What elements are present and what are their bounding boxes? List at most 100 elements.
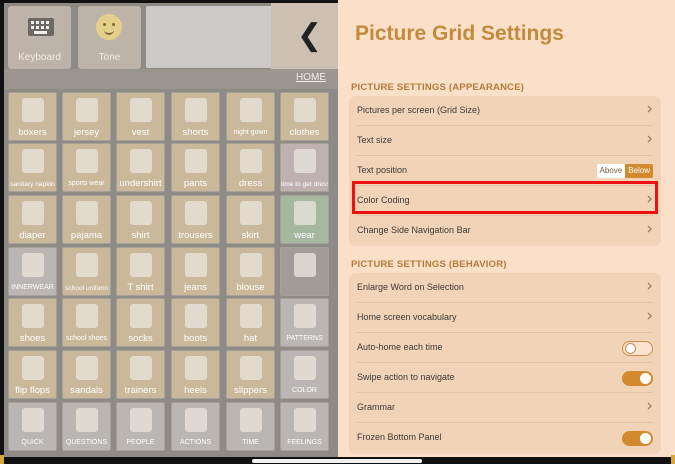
picture-cell[interactable]: INNERWEAR <box>8 247 57 296</box>
setting-label: Grammar <box>357 402 395 412</box>
picture-cell-label: shoes <box>19 333 46 344</box>
picture-cell[interactable]: socks <box>116 298 165 347</box>
back-button[interactable]: ❮ <box>271 3 338 69</box>
picture-cell-label: QUESTIONS <box>65 439 108 446</box>
picture-cell[interactable]: clothes <box>280 92 329 141</box>
text-position-option[interactable]: Above <box>596 164 626 178</box>
picture-cell[interactable]: T shirt <box>116 247 165 296</box>
picture-cell[interactable]: TIME <box>226 402 275 451</box>
setting-row[interactable]: Change Side Navigation Bar › <box>349 216 661 246</box>
toggle-switch[interactable] <box>622 371 653 386</box>
picture-cell-label: jeans <box>184 282 207 293</box>
picture-cell[interactable]: pants <box>171 143 220 192</box>
setting-row: Frozen Bottom Panel <box>349 423 661 453</box>
picture-cell[interactable]: PATTERNS <box>280 298 329 347</box>
picture-cell[interactable] <box>280 247 329 296</box>
home-indicator[interactable] <box>252 459 422 463</box>
keyboard-icon <box>28 18 54 36</box>
picture-cell[interactable]: boxers <box>8 92 57 141</box>
color-coding-highlight-box <box>352 181 658 214</box>
picture-cell[interactable]: slippers <box>226 350 275 399</box>
picture-symbol-icon <box>22 253 44 277</box>
picture-cell[interactable]: boots <box>171 298 220 347</box>
picture-cell[interactable]: QUESTIONS <box>62 402 111 451</box>
picture-cell[interactable]: hat <box>226 298 275 347</box>
picture-cell-label: PEOPLE <box>126 439 155 446</box>
picture-cell[interactable]: shoes <box>8 298 57 347</box>
picture-cell-label: trainers <box>124 385 157 396</box>
chevron-right-icon: › <box>646 306 653 326</box>
picture-cell[interactable]: trousers <box>171 195 220 244</box>
toggle-knob <box>625 343 636 354</box>
picture-cell[interactable]: sports wear <box>62 143 111 192</box>
picture-cell[interactable]: diaper <box>8 195 57 244</box>
setting-row[interactable]: Pictures per screen (Grid Size) › <box>349 96 661 126</box>
picture-cell[interactable]: school shoes <box>62 298 111 347</box>
picture-cell[interactable]: undershirt <box>116 143 165 192</box>
picture-cell-label: school uniform <box>65 285 108 292</box>
picture-symbol-icon <box>240 149 262 173</box>
picture-cell[interactable]: trainers <box>116 350 165 399</box>
picture-symbol-icon <box>76 253 98 277</box>
picture-cell[interactable]: jersey <box>62 92 111 141</box>
picture-symbol-icon <box>240 304 262 328</box>
picture-cell-label: diaper <box>19 230 46 241</box>
text-position-segmented-control: Above Below <box>596 164 653 178</box>
picture-symbol-icon <box>130 253 152 277</box>
picture-cell[interactable]: shorts <box>171 92 220 141</box>
picture-cell-label: FEELINGS <box>287 439 322 446</box>
picture-cell[interactable]: school uniform <box>62 247 111 296</box>
setting-label: Frozen Bottom Panel <box>357 432 442 442</box>
toggle-knob <box>640 373 651 384</box>
picture-cell[interactable]: PEOPLE <box>116 402 165 451</box>
picture-cell[interactable]: heels <box>171 350 220 399</box>
picture-cell[interactable]: shirt <box>116 195 165 244</box>
picture-cell-label: PATTERNS <box>286 335 323 342</box>
picture-cell[interactable]: wear <box>280 195 329 244</box>
picture-cell-label: undershirt <box>119 178 162 189</box>
picture-symbol-icon <box>130 408 152 432</box>
picture-cell-label: COLOR <box>292 387 317 394</box>
picture-cell[interactable]: sandals <box>62 350 111 399</box>
toggle-switch[interactable] <box>622 431 653 446</box>
picture-cell[interactable]: skirt <box>226 195 275 244</box>
chevron-left-icon: ❮ <box>297 18 323 53</box>
setting-row[interactable]: Grammar › <box>349 393 661 423</box>
picture-symbol-icon <box>22 98 44 122</box>
picture-cell[interactable]: pajama <box>62 195 111 244</box>
device-edge <box>0 455 4 464</box>
picture-cell[interactable]: COLOR <box>280 350 329 399</box>
picture-cell[interactable]: sanitary napkin <box>8 143 57 192</box>
toggle-switch[interactable] <box>622 341 653 356</box>
picture-cell-label: school shoes <box>66 335 107 342</box>
breadcrumb: HOME <box>4 69 338 89</box>
setting-row[interactable]: Text size › <box>349 126 661 156</box>
picture-cell-label: clothes <box>289 127 320 138</box>
picture-symbol-icon <box>294 356 316 380</box>
setting-row: Swipe action to navigate <box>349 363 661 393</box>
panel-title: Picture Grid Settings <box>355 22 564 45</box>
picture-cell[interactable]: QUICK <box>8 402 57 451</box>
picture-cell[interactable]: vest <box>116 92 165 141</box>
text-position-option[interactable]: Below <box>625 164 653 178</box>
setting-row[interactable]: Enlarge Word on Selection › <box>349 273 661 303</box>
tone-button[interactable]: Tone <box>78 6 141 69</box>
setting-row[interactable]: Home screen vocabulary › <box>349 303 661 333</box>
picture-cell[interactable]: blouse <box>226 247 275 296</box>
message-text-area[interactable] <box>146 6 276 68</box>
tone-label: Tone <box>98 52 121 63</box>
picture-cell[interactable]: jeans <box>171 247 220 296</box>
picture-cell[interactable]: ACTIONS <box>171 402 220 451</box>
picture-cell[interactable]: dress <box>226 143 275 192</box>
keyboard-button[interactable]: Keyboard <box>8 6 71 69</box>
chevron-right-icon: › <box>646 219 653 239</box>
picture-cell[interactable]: FEELINGS <box>280 402 329 451</box>
picture-cell[interactable]: time to get dressed <box>280 143 329 192</box>
picture-cell-label: heels <box>184 385 207 396</box>
picture-symbol-icon <box>294 408 316 432</box>
chevron-right-icon: › <box>646 129 653 149</box>
picture-cell[interactable]: flip flops <box>8 350 57 399</box>
picture-cell[interactable]: night gown <box>226 92 275 141</box>
picture-cell-label: pants <box>183 178 208 189</box>
breadcrumb-home-link[interactable]: HOME <box>296 72 326 83</box>
